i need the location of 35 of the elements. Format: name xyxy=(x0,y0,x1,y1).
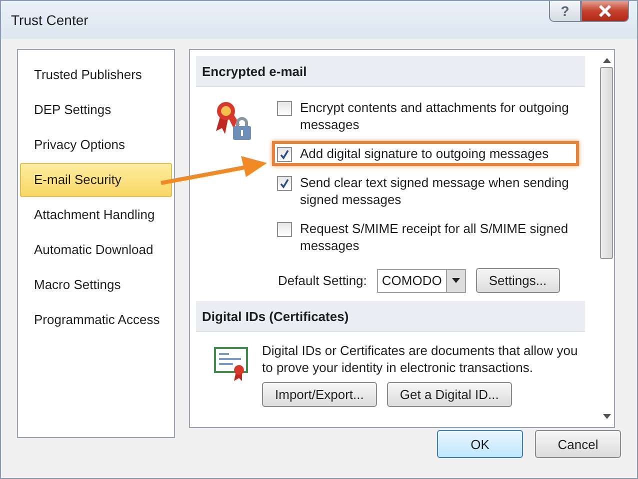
default-setting-dropdown[interactable]: COMODO xyxy=(376,268,466,292)
caret-icon xyxy=(452,278,460,283)
settings-button[interactable]: Settings... xyxy=(476,268,560,293)
checkbox[interactable] xyxy=(277,176,292,191)
help-button[interactable]: ? xyxy=(549,1,581,22)
checkbox-label: Request S/MIME receipt for all S/MIME signed messages xyxy=(300,220,570,254)
sidebar-item[interactable]: Programmatic Access xyxy=(20,303,172,337)
sidebar-item[interactable]: E-mail Security xyxy=(20,163,172,197)
certificate-icon xyxy=(214,346,250,382)
sidebar-item[interactable]: Privacy Options xyxy=(20,128,172,162)
section-heading: Digital IDs (Certificates) xyxy=(196,301,585,332)
scrollbar[interactable] xyxy=(599,56,614,421)
dialog-button[interactable]: Cancel xyxy=(535,430,621,458)
checkbox-label: Add digital signature to outgoing messages xyxy=(300,145,550,162)
checkbox-label: Send clear text signed message when sending signed messages xyxy=(300,174,570,208)
scroll-down-icon[interactable] xyxy=(602,414,610,419)
digital-id-button[interactable]: Import/Export... xyxy=(262,382,377,407)
sidebar-item[interactable]: Macro Settings xyxy=(20,268,172,302)
sidebar-item[interactable]: Automatic Download xyxy=(20,233,172,267)
sidebar-item[interactable]: Attachment Handling xyxy=(20,198,172,232)
close-button[interactable] xyxy=(581,1,629,22)
window-title: Trust Center xyxy=(11,12,88,28)
field-label: Default Setting: xyxy=(278,273,367,288)
dialog-button[interactable]: OK xyxy=(437,430,523,458)
section-heading: Encrypted e-mail xyxy=(196,56,585,87)
digital-id-button[interactable]: Get a Digital ID... xyxy=(386,382,512,407)
scroll-up-icon[interactable] xyxy=(602,58,610,63)
description-text: Digital IDs or Certificates are documents that allow you to prove your identity in electronic transactions. xyxy=(262,342,579,376)
checkbox[interactable] xyxy=(277,101,292,116)
checkbox[interactable] xyxy=(277,147,292,162)
checkbox[interactable] xyxy=(277,222,292,237)
close-icon xyxy=(598,5,612,17)
sidebar-item[interactable]: DEP Settings xyxy=(20,93,172,127)
checkbox-label: Encrypt contents and attachments for outgoing messages xyxy=(300,99,570,133)
sidebar-item[interactable]: Trusted Publishers xyxy=(20,58,172,92)
